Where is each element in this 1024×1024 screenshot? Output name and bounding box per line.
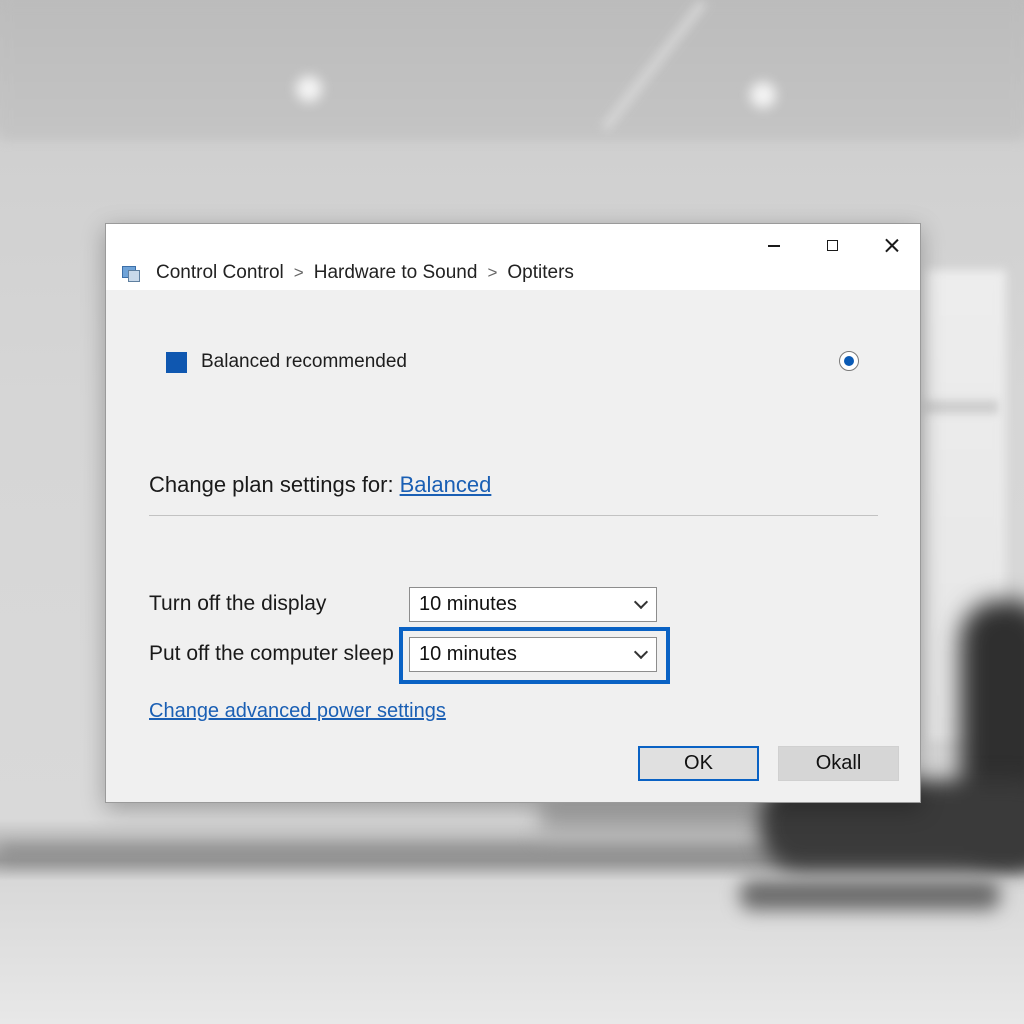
maximize-button[interactable] [812, 230, 852, 260]
plan-option[interactable]: Balanced recommended [166, 351, 407, 373]
okall-button[interactable]: Okall [778, 746, 899, 781]
breadcrumb: Control Control > Hardware to Sound > Op… [120, 260, 576, 286]
display-timeout-label: Turn off the display [149, 592, 327, 615]
plan-color-swatch [166, 351, 187, 373]
settings-heading: Change plan settings for: Balanced [149, 472, 491, 498]
background-ceiling-light [750, 82, 776, 108]
close-icon [885, 238, 899, 252]
minimize-button[interactable] [754, 230, 794, 260]
breadcrumb-separator-icon: > [487, 263, 498, 282]
display-timeout-value: 10 minutes [419, 593, 517, 615]
sleep-timeout-label: Put off the computer sleep [149, 642, 394, 665]
breadcrumb-item-control-panel[interactable]: Control Control [156, 262, 284, 284]
ok-button[interactable]: OK [638, 746, 759, 781]
section-divider [149, 515, 878, 516]
chevron-down-icon [633, 644, 649, 660]
title-bar: Control Control > Hardware to Sound > Op… [106, 224, 920, 290]
breadcrumb-item-hardware[interactable]: Hardware to Sound [314, 262, 478, 284]
sleep-timeout-value: 10 minutes [419, 643, 517, 665]
minimize-icon [768, 245, 780, 247]
plan-label: Balanced recommended [201, 351, 407, 372]
power-options-dialog: Control Control > Hardware to Sound > Op… [105, 223, 921, 803]
breadcrumb-item-options[interactable]: Optiters [507, 262, 574, 284]
close-button[interactable] [872, 230, 912, 260]
settings-heading-prefix: Change plan settings for: [149, 472, 394, 497]
breadcrumb-separator-icon: > [293, 263, 304, 282]
maximize-icon [826, 239, 838, 251]
background-chair-base [740, 880, 1000, 910]
background-window-frame [918, 400, 998, 414]
advanced-settings-link[interactable]: Change advanced power settings [149, 700, 446, 723]
control-panel-icon [120, 264, 140, 282]
plan-radio-button[interactable] [839, 351, 859, 371]
sleep-timeout-select[interactable]: 10 minutes [409, 637, 657, 672]
radio-selected-dot [844, 356, 854, 366]
plan-name-link[interactable]: Balanced [400, 472, 492, 497]
background-ceiling [0, 0, 1024, 140]
background-ceiling-light [296, 76, 322, 102]
chevron-down-icon [633, 594, 649, 610]
display-timeout-select[interactable]: 10 minutes [409, 587, 657, 622]
